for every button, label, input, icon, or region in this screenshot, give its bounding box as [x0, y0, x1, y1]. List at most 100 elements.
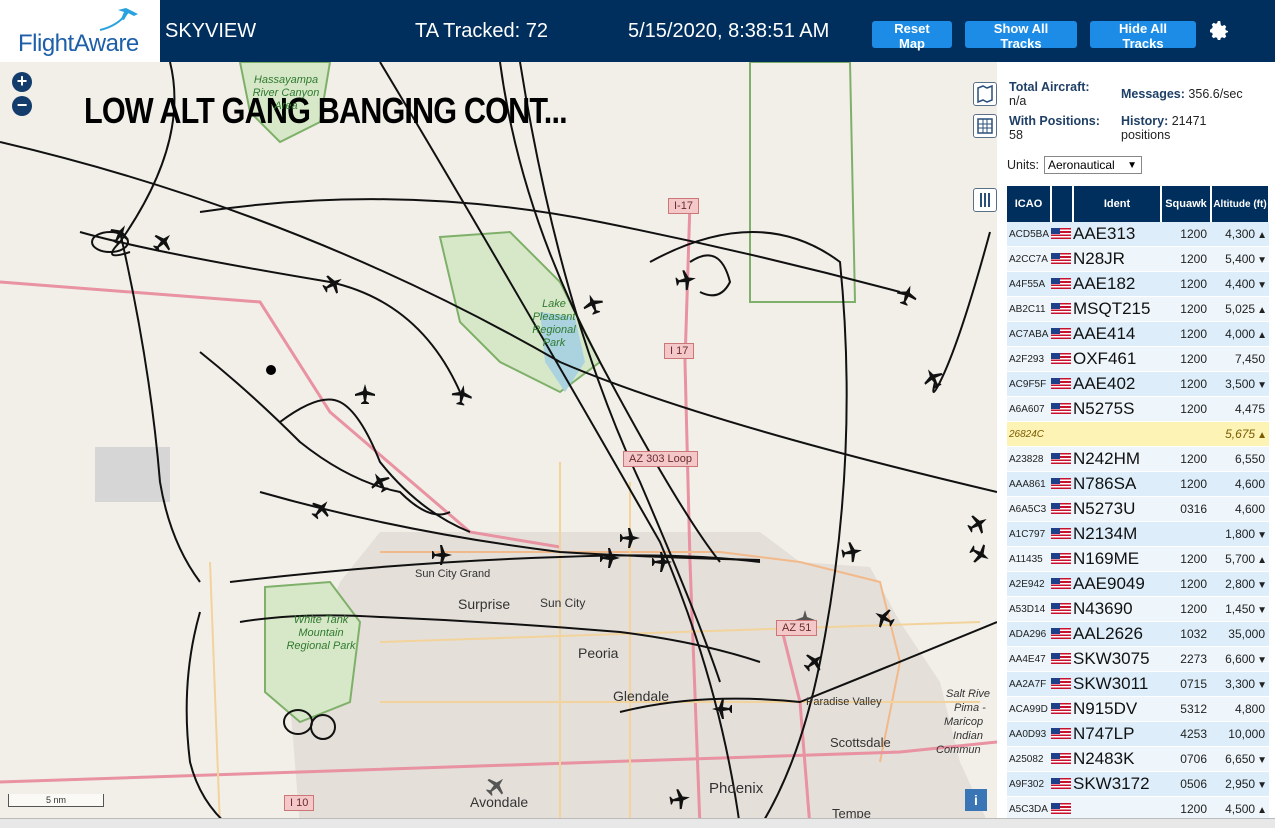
tracked-count: TA Tracked: 72 [415, 20, 549, 42]
altitude-value: 2,950 [1225, 777, 1256, 791]
squawk-cell: 1200 [1161, 296, 1211, 322]
table-row[interactable]: A25082 N2483K 0706 6,650 ▼ [1007, 746, 1269, 772]
flag-cell [1051, 721, 1073, 747]
table-row[interactable]: A2CC7A N28JR 1200 5,400 ▼ [1007, 246, 1269, 272]
us-flag-icon [1051, 678, 1071, 690]
flag-cell [1051, 546, 1073, 572]
map-layer-icon[interactable] [973, 82, 997, 106]
table-row[interactable]: AA0D93 N747LP 4253 10,000 [1007, 721, 1269, 747]
squawk-cell: 1200 [1161, 271, 1211, 297]
zoom-in-button[interactable]: + [12, 72, 32, 92]
show-all-tracks-button[interactable]: Show All Tracks [965, 21, 1077, 51]
altitude-value: 3,300 [1225, 677, 1256, 691]
squawk-cell: 0506 [1161, 771, 1211, 797]
trend-icon: ▲ [1257, 330, 1267, 341]
icao-cell: AB2C11 [1007, 296, 1051, 322]
us-flag-icon [1051, 728, 1071, 740]
map-view[interactable]: LOW ALT GANG BANGING CONT... + − Sun Cit… [0, 62, 997, 827]
table-row[interactable]: A11435 N169ME 1200 5,700 ▲ [1007, 546, 1269, 572]
table-row[interactable]: A23828 N242HM 1200 6,550 [1007, 446, 1269, 472]
flag-cell [1051, 222, 1073, 247]
altitude-value: 4,500 [1225, 802, 1256, 816]
table-row[interactable]: A6A5C3 N5273U 0316 4,600 [1007, 496, 1269, 522]
place-label: Paradise Valley [806, 696, 882, 708]
squawk-cell: 1200 [1161, 546, 1211, 572]
table-row[interactable]: A6A607 N5275S 1200 4,475 [1007, 396, 1269, 422]
place-label: Indian [953, 730, 983, 742]
history-stat: History: 21471 positions [1121, 114, 1206, 142]
table-row[interactable]: 26824C 5,675 ▲ [1007, 421, 1269, 447]
stat-value: n/a [1009, 94, 1027, 108]
squawk-cell: 1200 [1161, 246, 1211, 272]
map-canvas[interactable] [0, 62, 997, 827]
col-altitude[interactable]: Altitude (ft) [1211, 186, 1270, 222]
table-row[interactable]: ADA296 AAL2626 1032 35,000 [1007, 621, 1269, 647]
table-row[interactable]: AAA861 N786SA 1200 4,600 [1007, 471, 1269, 497]
squawk-cell: 0706 [1161, 746, 1211, 772]
icao-cell: ACA99D [1007, 696, 1051, 722]
us-flag-icon [1051, 353, 1071, 365]
road-shield: AZ 303 Loop [623, 451, 698, 467]
ident-cell: AAE313 [1073, 222, 1161, 247]
flag-cell [1051, 696, 1073, 722]
map-scale: 5 nm [8, 794, 104, 807]
ident-cell: AAE402 [1073, 371, 1161, 397]
col-icao[interactable]: ICAO [1007, 186, 1052, 222]
grid-icon[interactable] [973, 114, 997, 138]
ident-cell: MSQT215 [1073, 296, 1161, 322]
ident-cell: N28JR [1073, 246, 1161, 272]
table-row[interactable]: AA4E47 SKW3075 2273 6,600 ▼ [1007, 646, 1269, 672]
table-row[interactable]: A9F302 SKW3172 0506 2,950 ▼ [1007, 771, 1269, 797]
table-row[interactable]: AB2C11 MSQT215 1200 5,025 ▲ [1007, 296, 1269, 322]
logo-text: FlightAware [18, 30, 139, 57]
altitude-cell: 10,000 [1211, 721, 1269, 747]
trend-icon: ▼ [1257, 605, 1267, 616]
trend-icon: ▲ [1257, 305, 1267, 316]
flag-cell [1051, 446, 1073, 472]
columns-icon[interactable] [973, 188, 997, 212]
us-flag-icon [1051, 753, 1071, 765]
road-shield: I 10 [284, 795, 315, 811]
altitude-value: 6,600 [1225, 652, 1256, 666]
squawk-cell: 1200 [1161, 371, 1211, 397]
units-select[interactable]: Aeronautical ▼ [1044, 156, 1142, 174]
icao-cell: A4F55A [1007, 271, 1051, 297]
flag-cell [1051, 671, 1073, 697]
altitude-value: 3,500 [1225, 377, 1256, 391]
squawk-cell: 0316 [1161, 496, 1211, 522]
table-row[interactable]: ACA99D N915DV 5312 4,800 [1007, 696, 1269, 722]
chevron-down-icon: ▼ [1127, 160, 1137, 171]
altitude-value: 6,650 [1225, 752, 1256, 766]
gear-icon[interactable] [1207, 19, 1231, 43]
table-row[interactable]: AC7ABA AAE414 1200 4,000 ▲ [1007, 321, 1269, 347]
icao-cell: AC7ABA [1007, 321, 1051, 347]
squawk-cell: 4253 [1161, 721, 1211, 747]
info-button[interactable]: i [965, 789, 987, 811]
aircraft-panel: Total Aircraft: n/a Messages: 356.6/sec … [997, 62, 1275, 827]
table-row[interactable]: A2F293 OXF461 1200 7,450 [1007, 346, 1269, 372]
table-row[interactable]: A2E942 AAE9049 1200 2,800 ▼ [1007, 571, 1269, 597]
flag-cell [1051, 421, 1073, 447]
us-flag-icon [1051, 478, 1071, 490]
zoom-out-button[interactable]: − [12, 96, 32, 116]
hide-all-tracks-button[interactable]: Hide All Tracks [1090, 21, 1196, 51]
flightaware-logo[interactable]: FlightAware [0, 0, 160, 62]
us-flag-icon [1051, 778, 1071, 790]
table-row[interactable]: A53D14 N43690 1200 1,450 ▼ [1007, 596, 1269, 622]
flag-cell [1051, 396, 1073, 422]
table-row[interactable]: AC9F5F AAE402 1200 3,500 ▼ [1007, 371, 1269, 397]
trend-icon: ▼ [1257, 280, 1267, 291]
us-flag-icon [1051, 278, 1071, 290]
col-ident[interactable]: Ident [1073, 186, 1162, 222]
reset-map-button[interactable]: Reset Map [872, 21, 952, 51]
park-label: Hassayampa River Canyon Area [252, 74, 320, 112]
table-row[interactable]: A1C797 N2134M 1,800 ▼ [1007, 521, 1269, 547]
altitude-value: 6,550 [1234, 452, 1265, 466]
icao-cell: A6A5C3 [1007, 496, 1051, 522]
table-row[interactable]: AA2A7F SKW3011 0715 3,300 ▼ [1007, 671, 1269, 697]
flag-cell [1051, 496, 1073, 522]
table-row[interactable]: ACD5BA AAE313 1200 4,300 ▲ [1007, 222, 1269, 247]
col-flag[interactable] [1051, 186, 1074, 222]
table-row[interactable]: A4F55A AAE182 1200 4,400 ▼ [1007, 271, 1269, 297]
col-squawk[interactable]: Squawk [1161, 186, 1212, 222]
